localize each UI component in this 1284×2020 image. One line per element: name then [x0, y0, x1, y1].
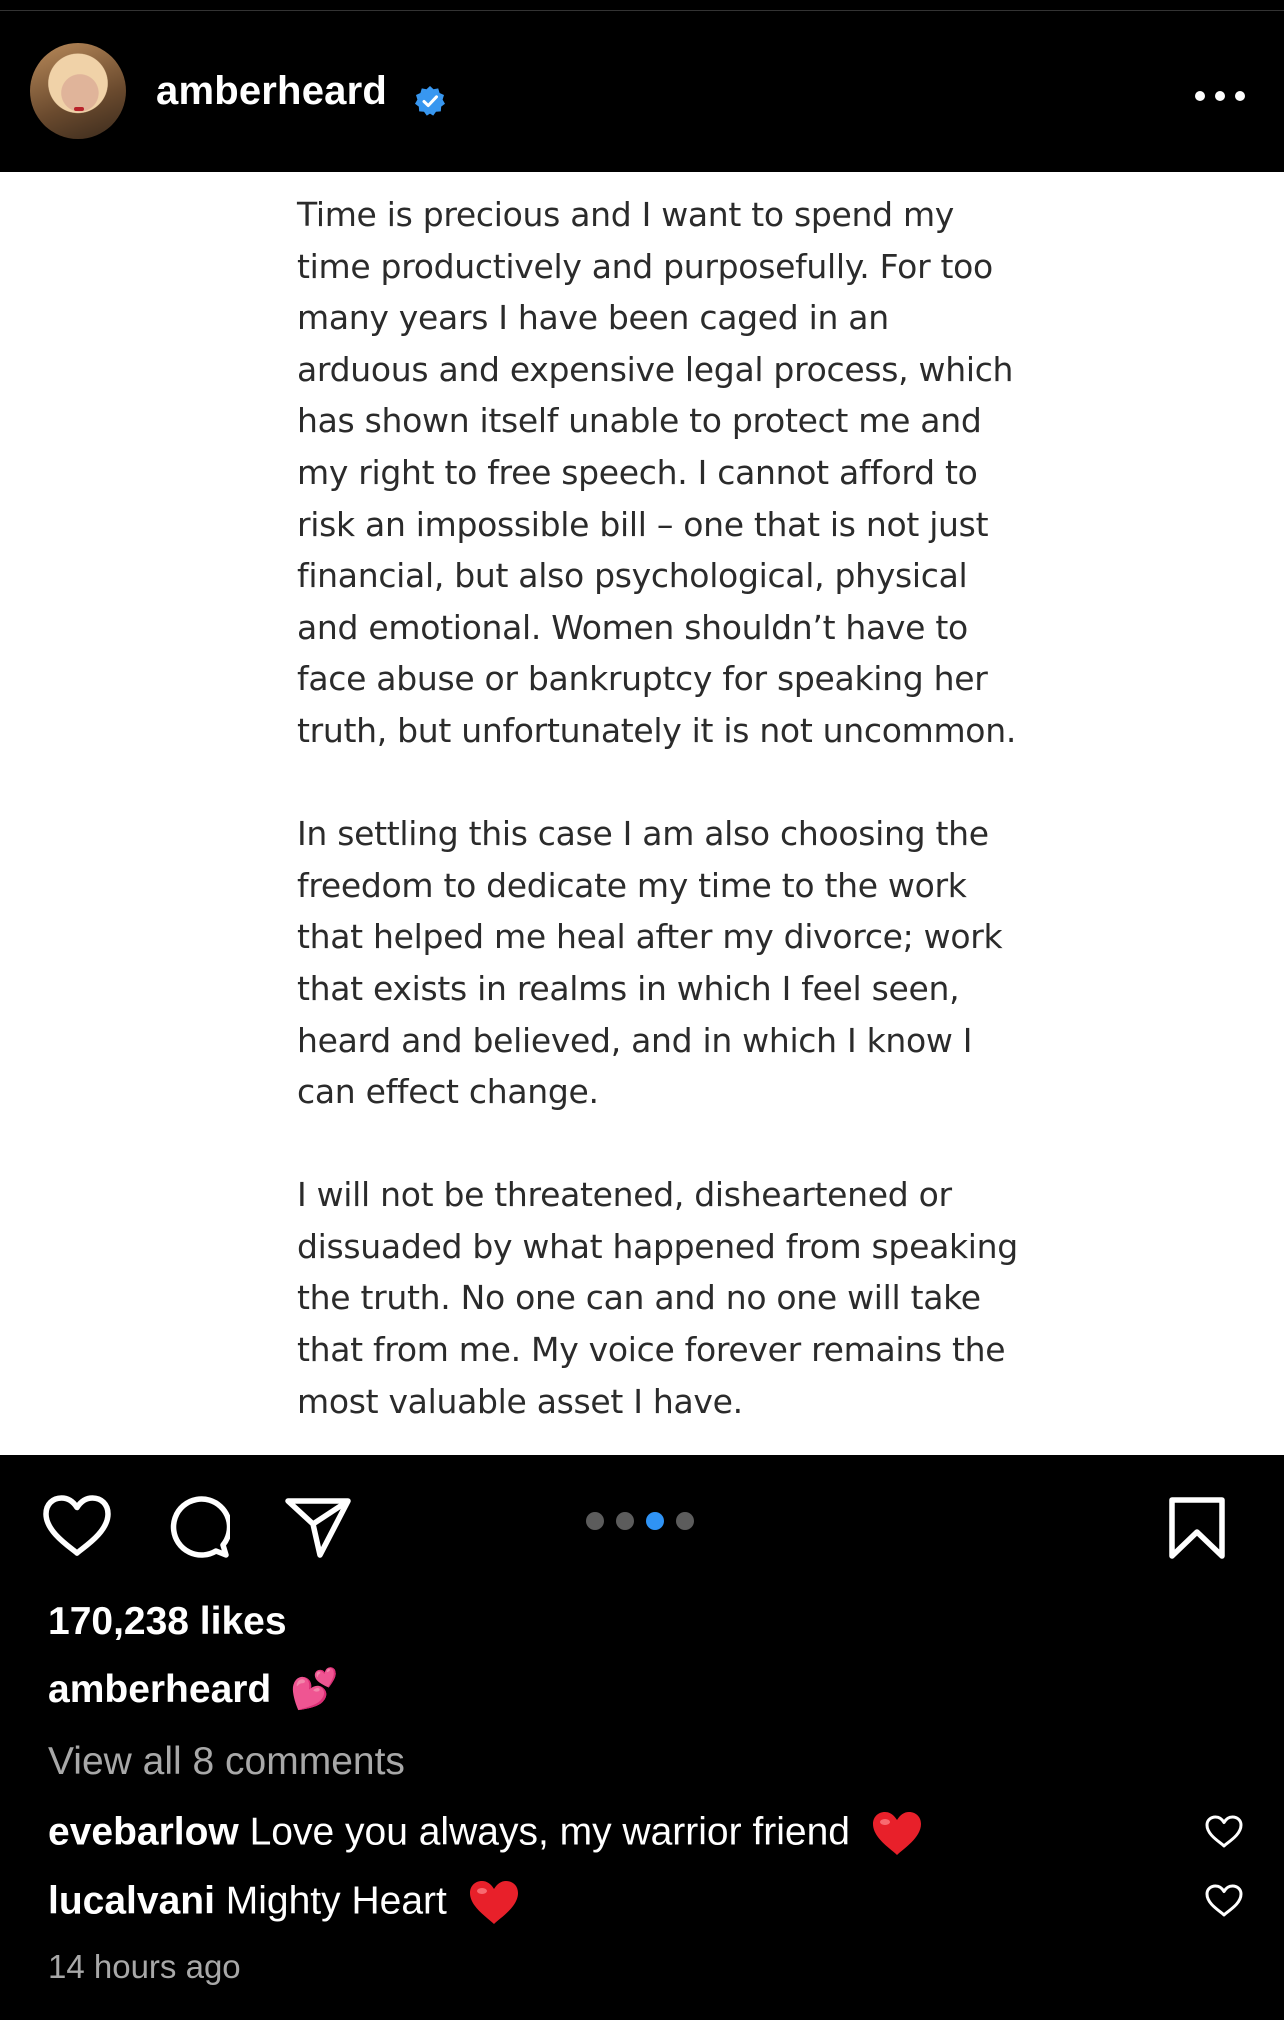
post-header: amberheard: [0, 11, 1284, 171]
statement-paragraph-1: Time is precious and I want to spend my …: [297, 195, 1017, 750]
verified-badge-icon: [415, 86, 445, 116]
likes-count[interactable]: 170,238 likes: [48, 1602, 287, 1641]
comment-row: lucalvani Mighty Heart: [48, 1880, 520, 1926]
comment-like-heart-icon[interactable]: [1205, 1815, 1243, 1849]
comment-icon[interactable]: [166, 1495, 230, 1559]
post-statement-text: Time is precious and I want to spend my …: [297, 189, 1037, 1455]
avatar[interactable]: [30, 43, 126, 139]
carousel-dot: [586, 1512, 604, 1530]
more-horizontal-icon[interactable]: [1195, 91, 1245, 103]
comment-username[interactable]: evebarlow: [48, 1810, 239, 1853]
heart-icon[interactable]: [42, 1495, 112, 1557]
two-hearts-emoji: 💕: [290, 1668, 339, 1711]
red-heart-emoji-icon: [872, 1812, 921, 1855]
view-all-comments-link[interactable]: View all 8 comments: [48, 1742, 405, 1781]
bookmark-icon[interactable]: [1168, 1496, 1226, 1560]
comment-row: evebarlow Love you always, my warrior fr…: [48, 1811, 923, 1857]
post-username[interactable]: amberheard: [156, 71, 387, 111]
statement-paragraph-2: In settling this case I am also choosing…: [297, 814, 1003, 1112]
carousel-dot-active: [646, 1512, 664, 1530]
carousel-dot: [616, 1512, 634, 1530]
send-icon[interactable]: [284, 1497, 352, 1559]
comment-text: Mighty Heart: [225, 1879, 447, 1923]
post-timestamp: 14 hours ago: [48, 1948, 241, 1985]
statement-paragraph-3: I will not be threatened, disheartened o…: [297, 1175, 1018, 1421]
post-image[interactable]: Time is precious and I want to spend my …: [0, 172, 1284, 1455]
carousel-dot: [676, 1512, 694, 1530]
comment-username[interactable]: lucalvani: [48, 1879, 215, 1922]
red-heart-emoji-icon: [469, 1881, 518, 1924]
comment-like-heart-icon[interactable]: [1205, 1884, 1243, 1918]
caption: amberheard 💕: [48, 1670, 339, 1709]
comment-text: Love you always, my warrior friend: [249, 1810, 850, 1854]
caption-username[interactable]: amberheard: [48, 1668, 271, 1711]
